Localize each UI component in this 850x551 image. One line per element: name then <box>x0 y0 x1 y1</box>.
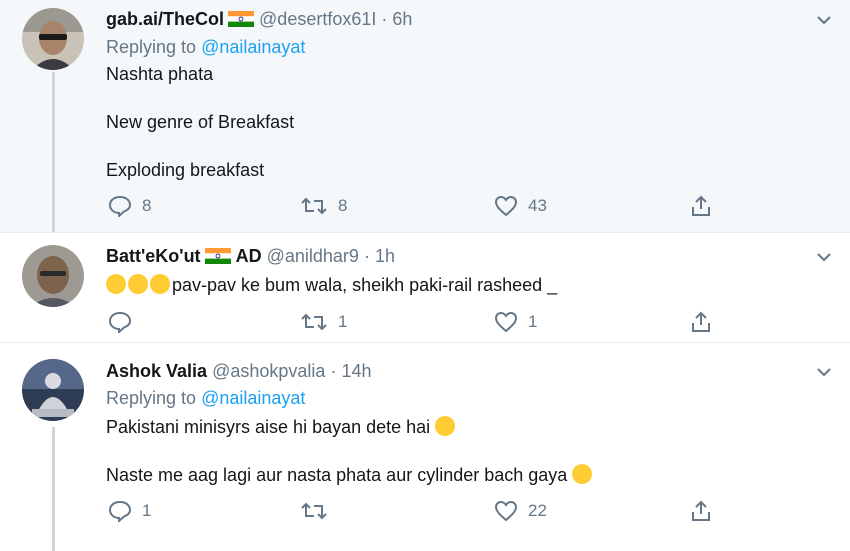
author-name-suffix[interactable]: AD <box>236 246 262 266</box>
tweet-text: pav-pav ke bum wala, sheikh paki-rail ra… <box>106 274 557 296</box>
replying-to-link[interactable]: @nailainayat <box>201 37 305 57</box>
like-icon <box>494 500 518 522</box>
timestamp[interactable]: 14h <box>341 361 371 381</box>
tweet-2[interactable]: Batt'eKo'ut AD @anildhar9 · 1h pav-pav k… <box>0 232 850 342</box>
retweet-icon <box>301 313 327 331</box>
like-button[interactable]: 1 <box>494 311 537 333</box>
separator-dot: · <box>330 361 337 381</box>
retweet-button[interactable]: 8 <box>300 195 347 217</box>
thread-line <box>52 427 55 551</box>
like-icon <box>494 311 518 333</box>
author-handle[interactable]: @anildhar9 <box>267 246 359 266</box>
author-name[interactable]: Batt'eKo'ut <box>106 246 201 266</box>
tweet-text-line-2-body: Naste me aag lagi aur nasta phata aur cy… <box>106 465 568 485</box>
share-button[interactable] <box>690 500 712 522</box>
retweet-count: 8 <box>338 196 348 215</box>
timestamp[interactable]: 6h <box>392 9 412 29</box>
rofl-emoji-icon <box>572 464 593 484</box>
tweet-1[interactable]: gab.ai/TheCol @desertfox61I · 6h Replyin… <box>0 0 850 232</box>
india-flag-icon <box>228 11 255 27</box>
reply-button[interactable]: 1 <box>108 500 151 522</box>
reply-count: 1 <box>142 501 152 520</box>
laughing-emoji-icon <box>106 274 126 294</box>
tweet-text-body: pav-pav ke bum wala, sheikh paki-rail ra… <box>172 275 558 295</box>
chevron-down-icon[interactable] <box>816 12 832 28</box>
share-button[interactable] <box>690 195 712 217</box>
author-name[interactable]: Ashok Valia <box>106 361 207 381</box>
reply-count: 8 <box>142 196 152 215</box>
like-count: 1 <box>528 312 538 331</box>
tweet-text-line-2: Naste me aag lagi aur nasta phata aur cy… <box>106 464 594 486</box>
like-count: 43 <box>528 196 547 215</box>
reply-icon <box>108 500 132 522</box>
avatar[interactable] <box>22 8 84 70</box>
replying-label: Replying to <box>106 37 197 57</box>
retweet-icon <box>301 502 327 520</box>
share-button[interactable] <box>690 311 712 333</box>
tweet-header: Batt'eKo'ut AD @anildhar9 · 1h <box>106 246 395 267</box>
like-count: 22 <box>528 501 547 520</box>
retweet-button[interactable]: 1 <box>300 311 347 333</box>
retweet-button[interactable] <box>300 500 338 522</box>
reply-button[interactable] <box>108 311 142 333</box>
like-icon <box>494 195 518 217</box>
tweet-text-line-1: Pakistani minisyrs aise hi bayan dete ha… <box>106 416 457 438</box>
tweet-text-line-1: Nashta phata <box>106 64 214 84</box>
tweet-text-line-1-body: Pakistani minisyrs aise hi bayan dete ha… <box>106 417 431 437</box>
replying-to-link[interactable]: @nailainayat <box>201 388 305 408</box>
reply-icon <box>108 195 132 217</box>
tweet-text-line-2: New genre of Breakfast <box>106 112 295 132</box>
author-handle[interactable]: @desertfox61I <box>259 9 376 29</box>
replying-to: Replying to @nailainayat <box>106 37 305 58</box>
author-name[interactable]: gab.ai/TheCol <box>106 9 224 29</box>
retweet-count: 1 <box>338 312 348 331</box>
like-button[interactable]: 43 <box>494 195 547 217</box>
sweat-smile-emoji-icon <box>435 416 456 436</box>
tweet-header: gab.ai/TheCol @desertfox61I · 6h <box>106 9 412 30</box>
reply-icon <box>108 311 132 333</box>
author-handle[interactable]: @ashokpvalia <box>212 361 325 381</box>
laughing-emoji-icon <box>128 274 148 294</box>
avatar[interactable] <box>22 359 84 421</box>
reply-button[interactable]: 8 <box>108 195 151 217</box>
tweet-text-line-3: Exploding breakfast <box>106 160 265 180</box>
chevron-down-icon[interactable] <box>816 249 832 265</box>
avatar[interactable] <box>22 245 84 307</box>
separator-dot: · <box>381 9 388 29</box>
share-icon <box>692 500 710 521</box>
replying-label: Replying to <box>106 388 197 408</box>
tweet-header: Ashok Valia @ashokpvalia · 14h <box>106 361 372 382</box>
separator-dot: · <box>363 246 370 266</box>
tweet-3[interactable]: Ashok Valia @ashokpvalia · 14h Replying … <box>0 342 850 551</box>
timestamp[interactable]: 1h <box>375 246 395 266</box>
replying-to: Replying to @nailainayat <box>106 388 305 409</box>
india-flag-icon <box>204 248 231 264</box>
retweet-icon <box>301 197 327 215</box>
like-button[interactable]: 22 <box>494 500 547 522</box>
thread-line <box>52 72 55 232</box>
winking-emoji-icon <box>150 274 170 294</box>
chevron-down-icon[interactable] <box>816 364 832 380</box>
share-icon <box>692 311 710 332</box>
share-icon <box>692 195 710 216</box>
